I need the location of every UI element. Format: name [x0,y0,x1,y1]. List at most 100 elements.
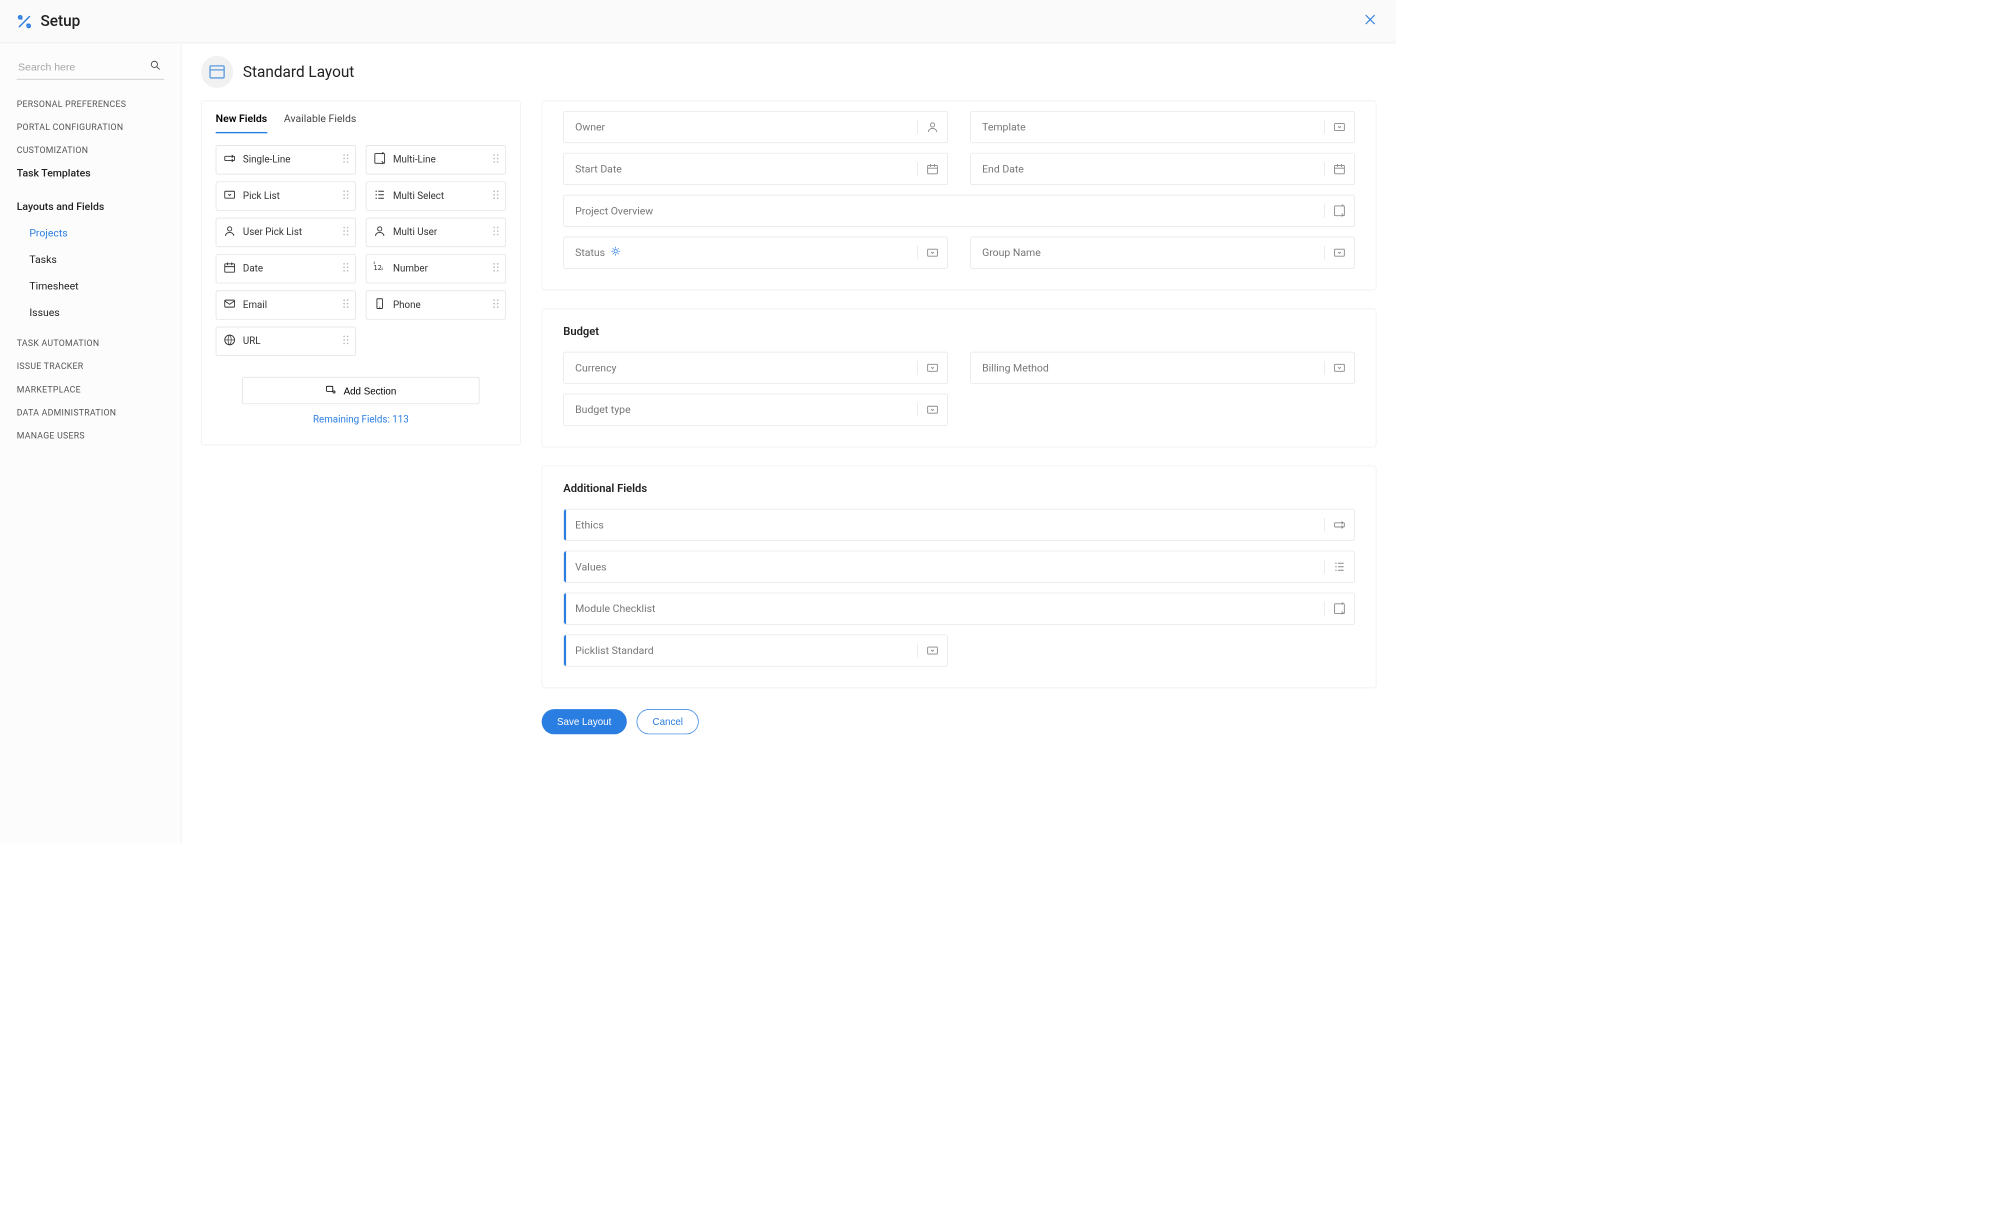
field-pick-list[interactable]: Pick List [216,181,356,210]
field-label: Phone [393,299,421,310]
field-project-overview[interactable]: Project Overview [563,195,1355,227]
nav-sub-timesheet[interactable]: Timesheet [17,273,181,300]
field-start-date[interactable]: Start Date [563,153,948,185]
picklist-type-icon [917,246,939,260]
field-label: Picklist Standard [575,644,654,657]
drag-handle-icon[interactable] [491,225,499,239]
multiline-type-icon [1324,204,1346,218]
gear-icon[interactable] [611,246,621,259]
search-icon[interactable] [150,60,161,74]
section-title: Additional Fields [563,482,1355,495]
field-multi-select[interactable]: Multi Select [366,181,506,210]
singleline-type-icon [1324,518,1346,532]
remaining-fields-link[interactable]: Remaining Fields: 113 [216,414,506,425]
field-label: Multi User [393,227,437,238]
singleline-icon [223,152,236,167]
nav-section-issue-tracker[interactable]: ISSUE TRACKER [17,362,181,372]
nav-section-personal[interactable]: PERSONAL PREFERENCES [17,99,181,109]
field-values[interactable]: Values [563,551,1355,583]
field-owner[interactable]: Owner [563,111,948,143]
field-label: Currency [575,362,616,375]
field-ethics[interactable]: Ethics [563,509,1355,541]
drag-handle-icon[interactable] [341,153,349,167]
section-title: Budget [563,325,1355,338]
tab-available-fields[interactable]: Available Fields [284,112,356,133]
field-picklist-standard[interactable]: Picklist Standard [563,634,948,666]
field-group-name[interactable]: Group Name [970,237,1355,269]
setup-icon [17,14,32,29]
add-section-button[interactable]: Add Section [242,377,479,404]
field-phone[interactable]: Phone [366,290,506,319]
section-card-budget: Budget Currency Billing Method [542,309,1377,448]
drag-handle-icon[interactable] [341,225,349,239]
drag-handle-icon[interactable] [341,334,349,348]
multiselect-icon [373,188,386,203]
section-card-default: Owner Template Start Date [542,101,1377,291]
nav-sub-projects[interactable]: Projects [17,220,181,247]
search-input[interactable] [17,56,164,80]
number-icon [373,261,386,276]
sidebar: PERSONAL PREFERENCES PORTAL CONFIGURATIO… [0,43,181,843]
field-email[interactable]: Email [216,290,356,319]
field-status[interactable]: Status [563,237,948,269]
field-label: Multi-Line [393,154,436,165]
user-icon [223,225,236,240]
status-text: Status [575,246,605,259]
email-icon [223,297,236,312]
field-date[interactable]: Date [216,254,356,283]
layout-title: Standard Layout [243,63,354,80]
field-label: Group Name [982,246,1041,259]
nav-sub-issues[interactable]: Issues [17,299,181,326]
field-single-line[interactable]: Single-Line [216,145,356,174]
drag-handle-icon[interactable] [491,189,499,203]
nav-sub-tasks[interactable]: Tasks [17,246,181,273]
layout-icon [201,56,233,88]
nav-section-customization[interactable]: CUSTOMIZATION [17,145,181,155]
field-label: Template [982,121,1026,134]
field-label: Date [243,263,263,274]
field-billing-method[interactable]: Billing Method [970,352,1355,384]
date-type-icon [1324,162,1346,176]
field-end-date[interactable]: End Date [970,153,1355,185]
picklist-type-icon [1324,120,1346,134]
nav-item-task-templates[interactable]: Task Templates [17,160,181,187]
field-label: Ethics [575,519,604,532]
field-label: User Pick List [243,227,302,238]
field-template[interactable]: Template [970,111,1355,143]
field-label: Single-Line [243,154,291,165]
field-multi-line[interactable]: Multi-Line [366,145,506,174]
drag-handle-icon[interactable] [341,189,349,203]
field-url[interactable]: URL [216,327,356,356]
field-budget-type[interactable]: Budget type [563,394,948,426]
multiselect-type-icon [1324,560,1346,574]
drag-handle-icon[interactable] [491,153,499,167]
save-layout-button[interactable]: Save Layout [542,709,627,734]
page-title: Setup [40,13,80,30]
field-user-pick-list[interactable]: User Pick List [216,218,356,247]
field-currency[interactable]: Currency [563,352,948,384]
drag-handle-icon[interactable] [341,262,349,276]
cancel-button[interactable]: Cancel [636,709,699,734]
field-label: Number [393,263,428,274]
drag-handle-icon[interactable] [491,298,499,312]
nav-item-layouts-fields[interactable]: Layouts and Fields [17,193,181,220]
field-number[interactable]: Number [366,254,506,283]
nav-section-manage-users[interactable]: MANAGE USERS [17,431,181,441]
field-label: Status [575,246,620,259]
drag-handle-icon[interactable] [491,262,499,276]
nav-section-data-admin[interactable]: DATA ADMINISTRATION [17,408,181,418]
field-module-checklist[interactable]: Module Checklist [563,593,1355,625]
close-button[interactable] [1361,10,1379,33]
picklist-icon [223,188,236,203]
tab-new-fields[interactable]: New Fields [216,112,267,133]
field-multi-user[interactable]: Multi User [366,218,506,247]
nav-section-portal[interactable]: PORTAL CONFIGURATION [17,122,181,132]
field-label: Billing Method [982,362,1049,375]
nav-section-task-automation[interactable]: TASK AUTOMATION [17,339,181,349]
nav-section-marketplace[interactable]: MARKETPLACE [17,385,181,395]
field-label: Start Date [575,163,622,176]
picklist-type-icon [917,644,939,658]
field-label: Owner [575,121,605,134]
date-icon [223,261,236,276]
drag-handle-icon[interactable] [341,298,349,312]
